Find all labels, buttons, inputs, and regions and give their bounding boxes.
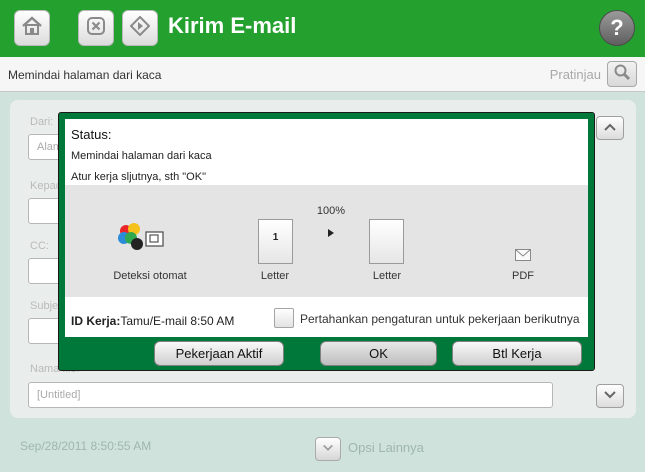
more-options-label: Opsi Lainnya [348, 440, 424, 455]
help-button[interactable]: ? [599, 10, 635, 46]
dialog-status-title: Status: [71, 127, 112, 142]
keep-settings-checkbox[interactable] [274, 308, 294, 328]
active-jobs-button[interactable]: Pekerjaan Aktif [154, 341, 284, 366]
chevron-down-icon [322, 440, 334, 458]
keep-settings-label: Pertahankan pengaturan untuk pekerjaan b… [300, 312, 580, 326]
source-page-number: 1 [272, 232, 279, 243]
dialog-status-line: Memindai halaman dari kaca [71, 150, 212, 162]
home-icon [21, 15, 43, 41]
stop-icon [86, 16, 106, 41]
scroll-up-button[interactable] [596, 116, 624, 140]
scan-status-dialog: Status: Memindai halaman dari kaca Atur … [58, 112, 595, 371]
ok-button[interactable]: OK [320, 341, 437, 366]
preview-label: Pratinjau [549, 67, 601, 82]
home-button[interactable] [14, 10, 50, 46]
job-id-value: Tamu/E-mail 8:50 AM [120, 314, 235, 328]
start-icon [129, 15, 151, 41]
source-page-icon: 1 [258, 219, 293, 264]
start-button[interactable] [122, 10, 158, 46]
job-id-label: ID Kerja: [71, 314, 121, 328]
scroll-down-icon [603, 387, 617, 405]
from-label: Dari: [30, 116, 54, 128]
dialog-body: Status: Memindai halaman dari kaca Atur … [65, 119, 588, 366]
color-auto-detect-icon [117, 223, 165, 258]
preview-button[interactable] [607, 61, 637, 87]
auto-detect-label: Deteksi otomat [113, 270, 187, 282]
job-id: ID Kerja:Tamu/E-mail 8:50 AM [71, 314, 234, 328]
more-options-button[interactable] [315, 437, 341, 461]
status-bar: Memindai halaman dari kaca Pratinjau [0, 57, 645, 92]
stop-button[interactable] [78, 10, 114, 46]
cc-label: CC: [30, 240, 49, 252]
magnifier-icon [613, 63, 631, 86]
source-size-label: Letter [260, 270, 290, 282]
help-icon: ? [610, 15, 624, 40]
page-title: Kirim E-mail [168, 13, 297, 38]
status-message: Memindai halaman dari kaca [8, 68, 162, 82]
scan-settings-summary: Deteksi otomat 100% 1 Letter Letter PDF [65, 185, 588, 297]
scroll-up-icon [603, 119, 617, 137]
filename-field[interactable]: [Untitled] [28, 382, 553, 408]
arrow-right-icon [327, 225, 335, 243]
scroll-down-button[interactable] [596, 384, 624, 408]
destination-page-icon [369, 219, 404, 264]
destination-size-label: Letter [372, 270, 402, 282]
timestamp: Sep/28/2011 8:50:55 AM [20, 439, 152, 453]
title-bar: Kirim E-mail ? [0, 0, 645, 57]
scale-percent: 100% [316, 205, 346, 217]
pdf-envelope-icon [515, 248, 531, 266]
cancel-job-button[interactable]: Btl Kerja [452, 341, 582, 366]
output-format-label: PDF [512, 270, 534, 282]
dialog-instruction-line: Atur kerja sljutnya, sth "OK" [71, 171, 206, 183]
